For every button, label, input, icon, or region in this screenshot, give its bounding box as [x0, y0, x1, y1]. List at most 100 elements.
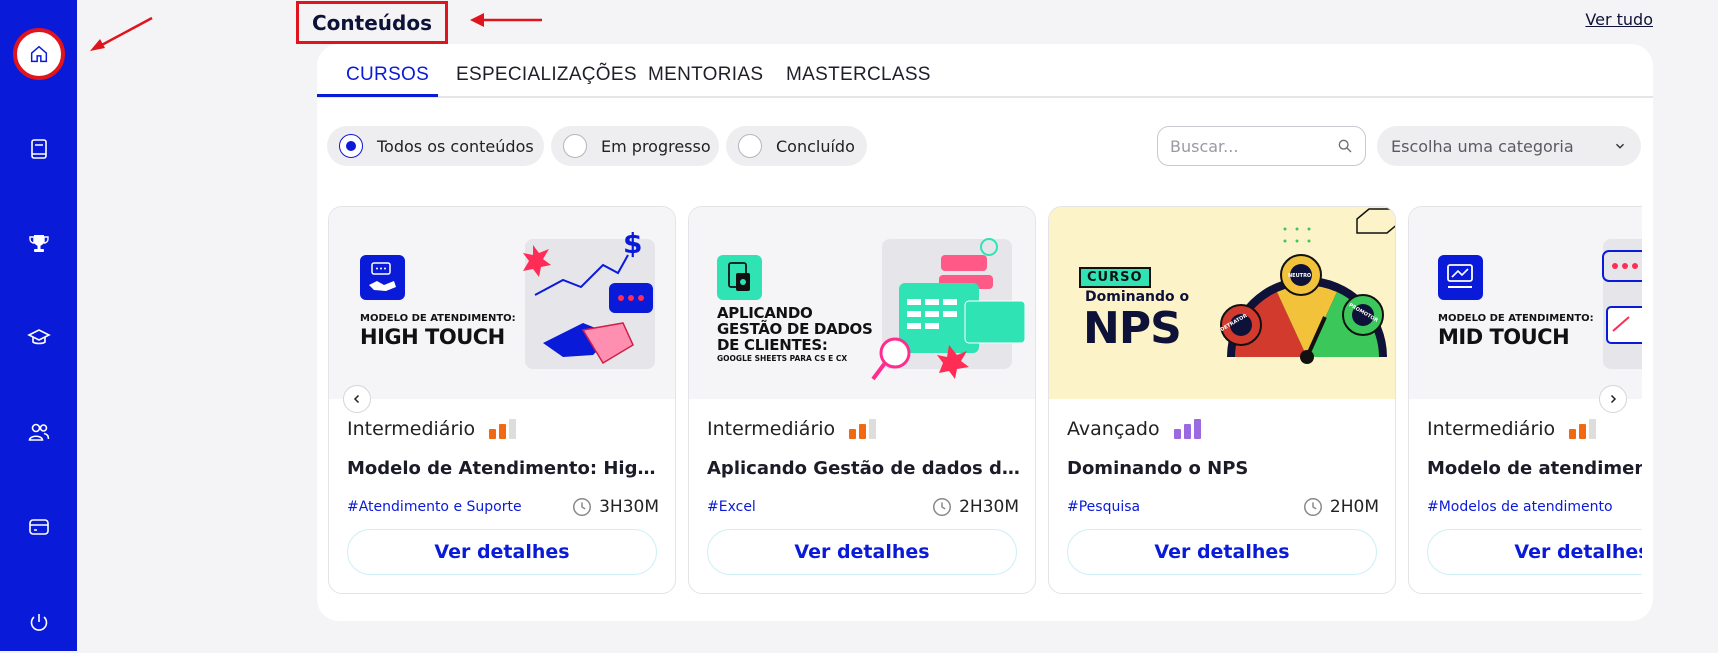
course-tag[interactable]: #Excel — [707, 499, 756, 515]
course-title: Modelo de atendimento: Mid Touch — [1427, 458, 1642, 479]
duration-value: 2H30M — [959, 497, 1019, 517]
sidebar-item-billing[interactable] — [0, 497, 77, 557]
filter-all[interactable]: Todos os conteúdos — [327, 126, 544, 166]
users-icon — [28, 423, 49, 441]
filter-label: Todos os conteúdos — [377, 136, 534, 156]
level-bars — [1173, 419, 1201, 439]
course-level: Intermediário — [347, 418, 517, 440]
power-icon — [30, 614, 47, 631]
document-icon — [717, 255, 762, 300]
course-card[interactable]: MODELO DE ATENDIMENTO: HIGH TOUCH $ Inte… — [328, 206, 676, 594]
chevron-right-icon — [1610, 394, 1617, 404]
book-icon — [30, 139, 47, 159]
view-details-button[interactable]: Ver detalhes — [1067, 529, 1377, 575]
course-tag[interactable]: #Pesquisa — [1067, 499, 1140, 515]
carousel-prev-button[interactable] — [343, 385, 371, 413]
course-duration: 3H30M — [571, 496, 659, 518]
tab-specializations[interactable]: ESPECIALIZAÇÕES — [456, 64, 637, 86]
gauge-neutral-label: NEUTRO — [1288, 273, 1312, 279]
handshake-icon — [360, 255, 405, 300]
thumb-title: HIGH TOUCH — [360, 325, 505, 349]
course-title: Aplicando Gestão de dados de clientes — [707, 458, 1025, 479]
course-tag[interactable]: #Modelos de atendimento — [1427, 499, 1613, 515]
sidebar-item-trophies[interactable] — [0, 214, 77, 274]
course-thumbnail: MODELO DE ATENDIMENTO: HIGH TOUCH $ — [329, 207, 675, 399]
course-card[interactable]: CURSO Dominando o NPS DETRATOR NEUTRO PR… — [1048, 206, 1396, 594]
level-label: Intermediário — [707, 418, 836, 440]
course-level: Avançado — [1067, 418, 1201, 440]
filter-completed[interactable]: Concluído — [726, 126, 867, 166]
level-label: Intermediário — [1427, 418, 1556, 440]
tab-masterclass[interactable]: MASTERCLASS — [786, 64, 931, 86]
course-title: Modelo de Atendimento: High Touch — [347, 458, 665, 479]
page-title: Conteúdos — [296, 1, 448, 44]
sidebar-item-logout[interactable] — [0, 593, 77, 653]
thumb-subtitle: GOOGLE SHEETS PARA CS E CX — [717, 354, 848, 363]
sidebar-item-community[interactable] — [0, 402, 77, 462]
search-input[interactable]: Buscar... — [1157, 126, 1366, 166]
thumb-course-label: CURSO — [1079, 267, 1151, 288]
course-tag[interactable]: #Atendimento e Suporte — [347, 499, 522, 515]
chevron-down-icon — [1616, 143, 1624, 149]
level-label: Intermediário — [347, 418, 476, 440]
presentation-icon — [1438, 255, 1483, 300]
see-all-link[interactable]: Ver tudo — [1585, 10, 1653, 29]
category-select-value: Escolha uma categoria — [1391, 136, 1574, 156]
thumb-title: MID TOUCH — [1438, 325, 1570, 349]
level-label: Avançado — [1067, 418, 1160, 440]
filter-label: Em progresso — [601, 136, 711, 156]
course-duration: 2H0M — [1302, 496, 1379, 518]
carousel-next-button[interactable] — [1599, 385, 1627, 413]
card-icon — [28, 519, 49, 535]
svg-text:$: $ — [623, 227, 642, 260]
thumb-subtitle: MODELO DE ATENDIMENTO: — [360, 313, 516, 324]
chevron-left-icon — [353, 394, 360, 404]
course-level: Intermediário — [1427, 418, 1597, 440]
course-level: Intermediário — [707, 418, 877, 440]
sidebar-item-home[interactable] — [0, 24, 77, 84]
course-thumbnail: MODELO DE ATENDIMENTO: MID TOUCH — [1409, 207, 1642, 399]
home-highlight — [12, 28, 65, 80]
view-details-button[interactable]: Ver detalhes — [707, 529, 1017, 575]
tab-courses[interactable]: CURSOS — [346, 64, 429, 86]
tab-mentorships[interactable]: MENTORIAS — [648, 64, 763, 86]
thumb-illustration — [871, 238, 1026, 381]
thumb-subtitle: MODELO DE ATENDIMENTO: — [1438, 313, 1594, 324]
radio-checked[interactable] — [339, 134, 363, 158]
annotation-arrow-home — [90, 16, 153, 51]
level-bars — [849, 419, 877, 439]
category-select[interactable]: Escolha uma categoria — [1377, 126, 1641, 166]
course-thumbnail: APLICANDO GESTÃO DE DADOS DE CLIENTES: G… — [689, 207, 1035, 399]
active-tab-indicator — [317, 94, 438, 97]
home-icon — [30, 45, 47, 63]
thumb-illustration — [1220, 208, 1395, 364]
duration-value: 3H30M — [599, 497, 659, 517]
course-title: Dominando o NPS — [1067, 458, 1249, 479]
view-details-button[interactable]: Ver detalhes — [1427, 529, 1642, 575]
course-card[interactable]: APLICANDO GESTÃO DE DADOS DE CLIENTES: G… — [688, 206, 1036, 594]
duration-value: 2H0M — [1329, 497, 1379, 517]
filter-label: Concluído — [776, 136, 855, 156]
level-bars — [489, 419, 517, 439]
clock-icon — [933, 498, 952, 516]
view-details-button[interactable]: Ver detalhes — [347, 529, 657, 575]
thumb-title: NPS — [1083, 303, 1182, 354]
clock-icon — [573, 498, 592, 516]
radio[interactable] — [738, 134, 762, 158]
sidebar-item-courses[interactable] — [0, 119, 77, 179]
tab-bar: CURSOS ESPECIALIZAÇÕES MENTORIAS MASTERC… — [317, 44, 1653, 98]
sidebar-item-learning[interactable] — [0, 308, 77, 368]
thumb-illustration: $ — [523, 227, 653, 365]
thumb-illustration — [1602, 250, 1642, 344]
search-placeholder: Buscar... — [1170, 136, 1239, 156]
search-icon[interactable] — [1337, 138, 1353, 154]
course-thumbnail: CURSO Dominando o NPS DETRATOR NEUTRO PR… — [1049, 207, 1395, 399]
sidebar — [0, 0, 77, 651]
filter-in-progress[interactable]: Em progresso — [551, 126, 719, 166]
graduation-cap-icon — [26, 329, 51, 345]
trophy-icon — [28, 235, 49, 252]
level-bars — [1569, 419, 1597, 439]
content-panel: CURSOS ESPECIALIZAÇÕES MENTORIAS MASTERC… — [317, 44, 1653, 621]
course-duration: 2H30M — [931, 496, 1019, 518]
radio[interactable] — [563, 134, 587, 158]
